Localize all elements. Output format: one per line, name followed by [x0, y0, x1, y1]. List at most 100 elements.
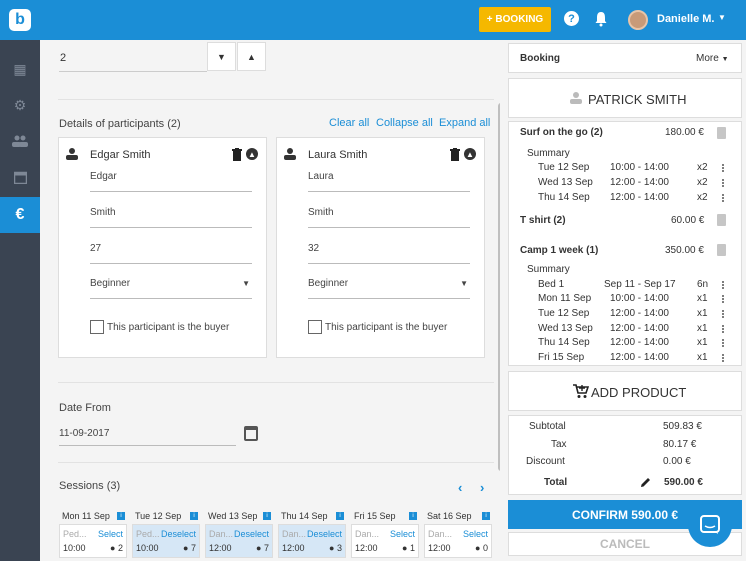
trash-icon[interactable] — [717, 127, 726, 139]
row-time: 12:00 - 14:00 — [610, 323, 669, 334]
row-qty: x1 — [697, 352, 708, 363]
total-value: 590.00 € — [664, 477, 703, 488]
booking-form: 2 ▼ ▲ Details of participants (2) Clear … — [40, 40, 500, 561]
collapse-icon[interactable]: ▲ — [246, 148, 258, 160]
age-field[interactable]: 32 — [308, 243, 470, 264]
bell-icon[interactable] — [594, 11, 608, 27]
user-name[interactable]: Danielle M. — [657, 13, 714, 25]
row-date: Bed 1 — [538, 279, 565, 290]
person-icon — [570, 92, 582, 104]
people-icon[interactable] — [0, 123, 40, 159]
quantity-input[interactable]: 2 — [59, 45, 207, 72]
buyer-checkbox[interactable] — [308, 320, 322, 334]
row-date: Mon 11 Sep — [538, 293, 592, 304]
participant-count: ● 7 — [256, 543, 269, 553]
more-vert-icon[interactable] — [722, 178, 725, 189]
settings-icon[interactable]: ⚙ — [0, 87, 40, 123]
collapse-all-link[interactable]: Collapse all — [376, 117, 433, 129]
decrement-button[interactable]: ▼ — [207, 42, 236, 71]
collapse-icon[interactable]: ▲ — [464, 148, 476, 160]
row-time: 12:00 - 14:00 — [610, 192, 669, 203]
help-icon[interactable]: ? — [564, 11, 579, 26]
totals-box: Subtotal 509.83 € Tax 80.17 € Discount 0… — [508, 415, 742, 495]
session-day: Sat 16 Sep i Dan... Select 12:00 ● 0 — [424, 508, 492, 561]
trash-icon[interactable] — [450, 148, 460, 161]
chevron-down-icon: ▼ — [242, 279, 250, 288]
first-name-field[interactable]: Edgar — [90, 171, 252, 192]
deselect-session-button[interactable]: Deselect — [307, 529, 342, 539]
clear-all-link[interactable]: Clear all — [329, 117, 369, 129]
trash-icon[interactable] — [717, 214, 726, 226]
chevron-left-icon[interactable]: ‹ — [458, 480, 462, 495]
top-bar: b + BOOKING ? Danielle M. ▼ — [0, 0, 746, 40]
last-name-field[interactable]: Smith — [308, 207, 470, 228]
age-field[interactable]: 27 — [90, 243, 252, 264]
calendar-icon[interactable] — [0, 159, 40, 195]
participant-card: Edgar Smith ▲ Edgar Smith 27 Beginner ▼ T… — [58, 137, 267, 358]
participant-count: ● 3 — [329, 543, 342, 553]
participant-count: ● 2 — [110, 543, 123, 553]
discount-label: Discount — [526, 456, 565, 467]
select-session-button[interactable]: Select — [390, 529, 415, 539]
cart-icon — [573, 384, 589, 398]
row-time: 10:00 - 14:00 — [610, 293, 669, 304]
info-icon[interactable]: i — [263, 512, 271, 520]
row-date: Tue 12 Sep — [538, 162, 590, 173]
chevron-down-icon: ▼ — [460, 279, 468, 288]
expand-all-link[interactable]: Expand all — [439, 117, 490, 129]
row-qty: x1 — [697, 293, 708, 304]
info-icon[interactable]: i — [482, 512, 490, 520]
app-logo[interactable]: b — [0, 0, 40, 40]
info-icon[interactable]: i — [190, 512, 198, 520]
more-menu[interactable]: More ▼ — [696, 53, 729, 64]
pencil-icon[interactable] — [640, 477, 651, 488]
select-session-button[interactable]: Select — [98, 529, 123, 539]
more-vert-icon[interactable] — [722, 163, 725, 174]
calendar-icon[interactable] — [244, 426, 258, 441]
level-select[interactable]: Beginner ▼ — [308, 278, 470, 299]
item-price: 350.00 € — [665, 245, 704, 256]
buyer-checkbox[interactable] — [90, 320, 104, 334]
more-vert-icon[interactable] — [722, 338, 725, 349]
more-vert-icon[interactable] — [722, 324, 725, 335]
new-booking-button[interactable]: + BOOKING — [479, 7, 551, 32]
info-icon[interactable]: i — [409, 512, 417, 520]
row-qty: x1 — [697, 337, 708, 348]
buyer-checkbox-label: This participant is the buyer — [325, 322, 448, 333]
level-select[interactable]: Beginner ▼ — [90, 278, 252, 299]
participant-count: ● 7 — [183, 543, 196, 553]
participant-count: ● 0 — [475, 543, 488, 553]
date-from-input[interactable]: 11-09-2017 — [59, 425, 236, 446]
row-date: Wed 13 Sep — [538, 323, 593, 334]
info-icon[interactable]: i — [117, 512, 125, 520]
more-vert-icon[interactable] — [722, 193, 725, 204]
trash-icon[interactable] — [717, 244, 726, 256]
deselect-session-button[interactable]: Deselect — [234, 529, 269, 539]
euro-icon[interactable]: € — [0, 197, 40, 233]
chat-launcher-icon[interactable] — [688, 503, 732, 547]
chevron-right-icon[interactable]: › — [480, 480, 484, 495]
session-day: Mon 11 Sep i Ped... Select 10:00 ● 2 — [59, 508, 127, 561]
more-vert-icon[interactable] — [722, 309, 725, 320]
dashboard-icon[interactable]: ▦ — [0, 51, 40, 87]
session-day: Fri 15 Sep i Dan... Select 12:00 ● 1 — [351, 508, 419, 561]
trash-icon[interactable] — [232, 148, 242, 161]
info-icon[interactable]: i — [336, 512, 344, 520]
row-time: Sep 11 - Sep 17 — [604, 279, 676, 290]
row-time: 12:00 - 14:00 — [610, 337, 669, 348]
user-avatar[interactable] — [628, 10, 648, 30]
participant-name: Edgar Smith — [90, 149, 151, 161]
chevron-down-icon[interactable]: ▼ — [718, 13, 726, 22]
customer-box[interactable]: PATRICK SMITH — [508, 78, 742, 118]
more-vert-icon[interactable] — [722, 353, 725, 364]
more-vert-icon[interactable] — [722, 294, 725, 305]
more-vert-icon[interactable] — [722, 280, 725, 291]
select-session-button[interactable]: Select — [463, 529, 488, 539]
first-name-field[interactable]: Laura — [308, 171, 470, 192]
last-name-field[interactable]: Smith — [90, 207, 252, 228]
deselect-session-button[interactable]: Deselect — [161, 529, 196, 539]
divider — [58, 462, 494, 463]
increment-button[interactable]: ▲ — [237, 42, 266, 71]
chevron-down-icon: ▼ — [721, 56, 729, 63]
add-product-button[interactable]: ADD PRODUCT — [508, 371, 742, 411]
